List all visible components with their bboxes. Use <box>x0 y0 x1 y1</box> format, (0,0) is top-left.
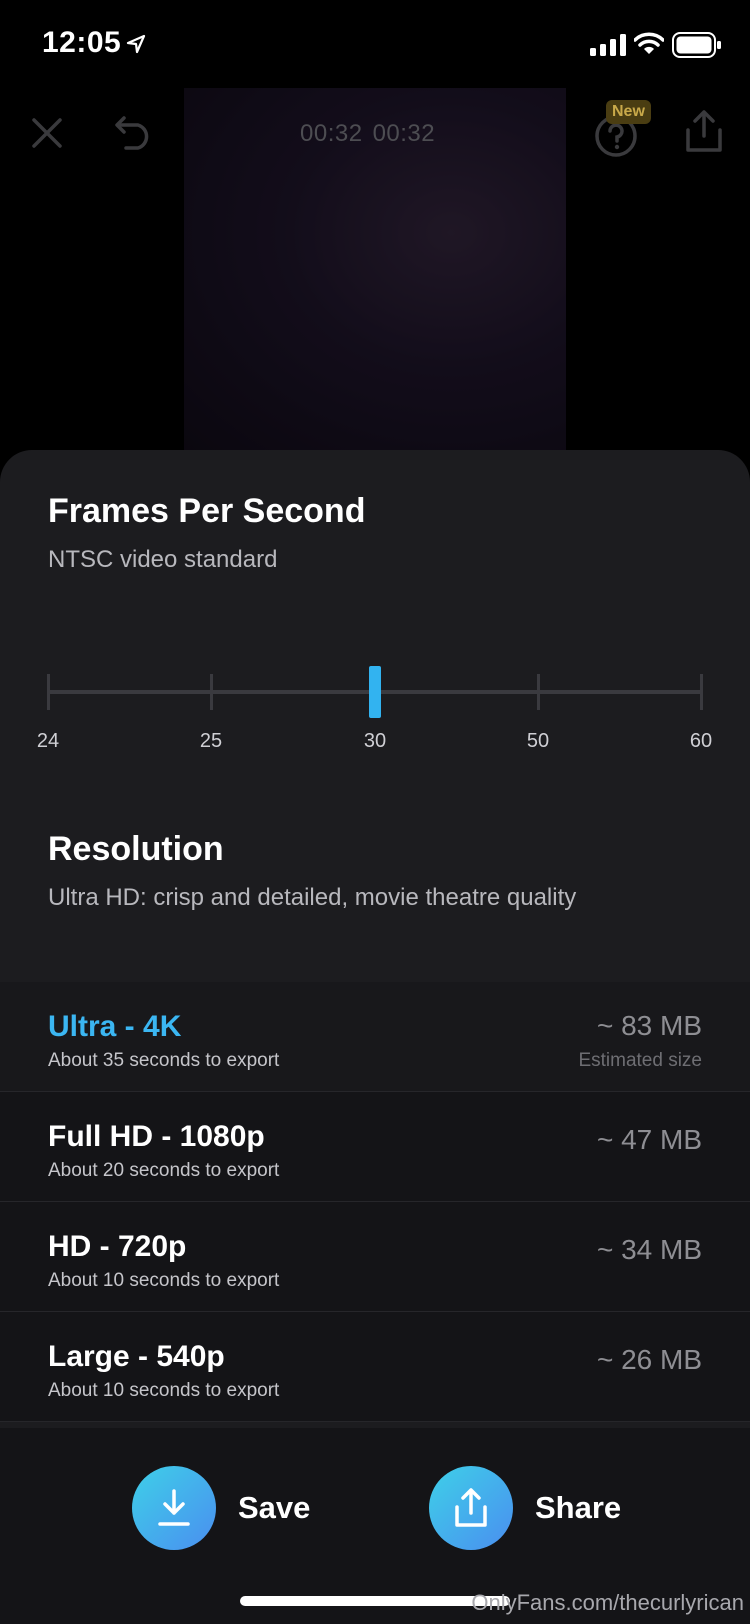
estimated-size: ~ 47 MB <box>596 1124 702 1155</box>
estimated-size: ~ 34 MB <box>596 1234 702 1265</box>
save-button[interactable]: Save <box>132 1466 310 1550</box>
save-label: Save <box>238 1490 311 1525</box>
watermark: OnlyFans.com/thecurlyrican <box>471 1590 744 1615</box>
fps-slider[interactable] <box>47 666 703 722</box>
export-time: About 35 seconds to export <box>48 1050 280 1071</box>
fps-option-30[interactable]: 30 <box>364 730 386 753</box>
fps-option-50[interactable]: 50 <box>527 730 549 753</box>
share-upload-icon <box>455 1488 487 1527</box>
fps-option-25[interactable]: 25 <box>200 730 222 753</box>
timecode-current: 00:32 <box>300 120 363 147</box>
estimated-size: ~ 83 MB <box>596 1010 702 1041</box>
timecode: 00:32 00:32 <box>300 120 445 148</box>
share-button-circle[interactable] <box>429 1466 513 1550</box>
resolution-option-540p[interactable]: Large - 540p About 10 seconds to export … <box>0 1312 750 1422</box>
share-label: Share <box>535 1490 622 1525</box>
new-badge: New <box>606 100 651 124</box>
fps-subtitle: NTSC video standard <box>48 546 278 573</box>
home-indicator <box>240 1596 510 1606</box>
location-arrow-icon <box>126 34 146 54</box>
export-time: About 10 seconds to export <box>48 1380 280 1401</box>
resolution-name: HD - 720p <box>48 1230 187 1263</box>
resolution-name: Large - 540p <box>48 1340 225 1373</box>
resolution-option-1080p[interactable]: Full HD - 1080p About 20 seconds to expo… <box>0 1092 750 1202</box>
export-time: About 20 seconds to export <box>48 1160 280 1181</box>
status-bar: 12:05 <box>0 0 750 88</box>
fps-tick <box>47 674 50 710</box>
wifi-icon <box>634 32 664 54</box>
resolution-list: Ultra - 4K About 35 seconds to export ~ … <box>0 982 750 1422</box>
fps-option-24[interactable]: 24 <box>37 730 59 753</box>
share-icon[interactable] <box>684 108 724 154</box>
undo-icon[interactable] <box>114 114 154 150</box>
resolution-name: Ultra - 4K <box>48 1010 182 1043</box>
close-icon[interactable] <box>30 116 64 150</box>
timecode-total: 00:32 <box>372 120 436 147</box>
fps-tick <box>537 674 540 710</box>
video-preview-area: 00:32 00:32 New <box>0 88 750 450</box>
estimated-size-label: Estimated size <box>578 1050 702 1071</box>
share-button[interactable]: Share <box>429 1466 621 1550</box>
cellular-signal-icon <box>590 34 626 56</box>
save-button-circle[interactable] <box>132 1466 216 1550</box>
fps-option-60[interactable]: 60 <box>690 730 712 753</box>
resolution-title: Resolution <box>48 830 224 868</box>
download-icon <box>158 1489 190 1526</box>
fps-tick <box>210 674 213 710</box>
resolution-name: Full HD - 1080p <box>48 1120 265 1153</box>
export-settings-sheet: Frames Per Second NTSC video standard 24… <box>0 450 750 1624</box>
battery-icon <box>672 32 721 58</box>
fps-tick <box>700 674 703 710</box>
resolution-subtitle: Ultra HD: crisp and detailed, movie thea… <box>48 884 577 911</box>
status-time: 12:05 <box>42 26 122 59</box>
fps-slider-thumb[interactable] <box>369 666 381 718</box>
resolution-option-4k[interactable]: Ultra - 4K About 35 seconds to export ~ … <box>0 982 750 1092</box>
resolution-option-720p[interactable]: HD - 720p About 10 seconds to export ~ 3… <box>0 1202 750 1312</box>
export-time: About 10 seconds to export <box>48 1270 280 1291</box>
fps-title: Frames Per Second <box>48 492 366 530</box>
estimated-size: ~ 26 MB <box>596 1344 702 1375</box>
